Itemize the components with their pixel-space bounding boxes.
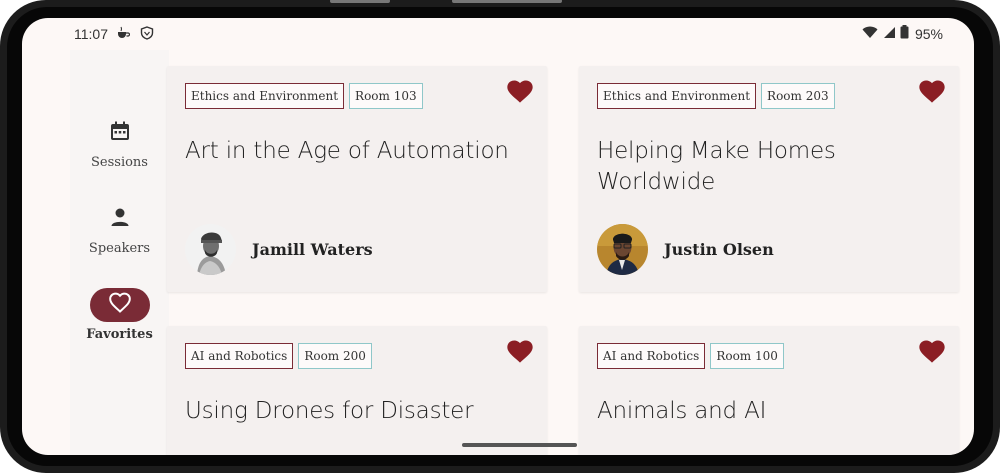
speaker-avatar [185,224,236,275]
nav-item-sessions[interactable]: Sessions [70,116,169,186]
tag-group: Ethics and Environment Room 103 [185,83,423,109]
speaker-name: Jamill Waters [252,240,373,259]
battery-percent: 95% [914,25,943,42]
topic-tag[interactable]: Ethics and Environment [185,83,345,109]
navigation-rail: Sessions Speakers Favorites [70,50,169,455]
nav-icon-container [90,116,150,150]
gesture-navigation-bar[interactable] [462,443,577,447]
nav-label-favorites: Favorites [86,327,153,342]
favorite-heart-icon[interactable] [919,340,945,364]
tag-group: AI and Robotics Room 200 [185,343,372,369]
speaker-row[interactable]: Jamill Waters [185,224,373,275]
wifi-icon [862,26,878,42]
tea-notification-icon [115,25,131,41]
session-card[interactable]: Ethics and Environment Room 203 Helping … [579,66,959,292]
speaker-row[interactable]: Justin Olsen [597,224,774,275]
nav-label-speakers: Speakers [88,241,151,256]
speaker-name: Justin Olsen [664,240,774,259]
nav-icon-container [90,202,150,236]
device-frame: 11:07 95% Sessions Speakers Favorites Et… [0,0,1000,473]
person-icon [109,206,131,233]
calendar-icon [109,120,131,147]
topic-tag[interactable]: AI and Robotics [597,343,706,369]
status-bar: 11:07 95% [22,18,974,50]
status-right-group: 95% [862,25,943,42]
signal-icon [882,26,896,42]
session-title: Animals and AI [597,398,767,424]
nav-item-favorites[interactable]: Favorites [70,288,169,358]
room-tag: Room 203 [761,83,835,109]
nav-label-sessions: Sessions [91,155,148,170]
favorite-heart-icon[interactable] [919,80,945,104]
tag-group: AI and Robotics Room 100 [597,343,784,369]
session-card[interactable]: Ethics and Environment Room 103 Art in t… [167,66,547,292]
session-card[interactable]: AI and Robotics Room 200 Using Drones fo… [167,326,547,455]
shield-notification-icon [139,25,155,41]
nav-icon-container-active [89,288,150,322]
session-title: Using Drones for Disaster [185,398,474,424]
status-time: 11:07 [74,26,108,42]
topic-tag[interactable]: AI and Robotics [185,343,294,369]
app-screen: 11:07 95% Sessions Speakers Favorites Et… [22,18,974,455]
favorite-heart-icon[interactable] [507,340,533,364]
favorite-heart-icon[interactable] [507,80,533,104]
room-tag: Room 200 [298,343,372,369]
room-tag: Room 100 [710,343,784,369]
session-card[interactable]: AI and Robotics Room 100 Animals and AI [579,326,959,455]
session-title: Helping Make Homes Worldwide [597,138,836,195]
room-tag: Room 103 [349,83,423,109]
battery-icon [900,25,909,42]
speaker-avatar [597,224,648,275]
nav-item-speakers[interactable]: Speakers [70,202,169,272]
topic-tag[interactable]: Ethics and Environment [597,83,757,109]
session-title: Art in the Age of Automation [185,138,509,164]
heart-outline-icon [108,292,132,319]
tag-group: Ethics and Environment Room 203 [597,83,835,109]
